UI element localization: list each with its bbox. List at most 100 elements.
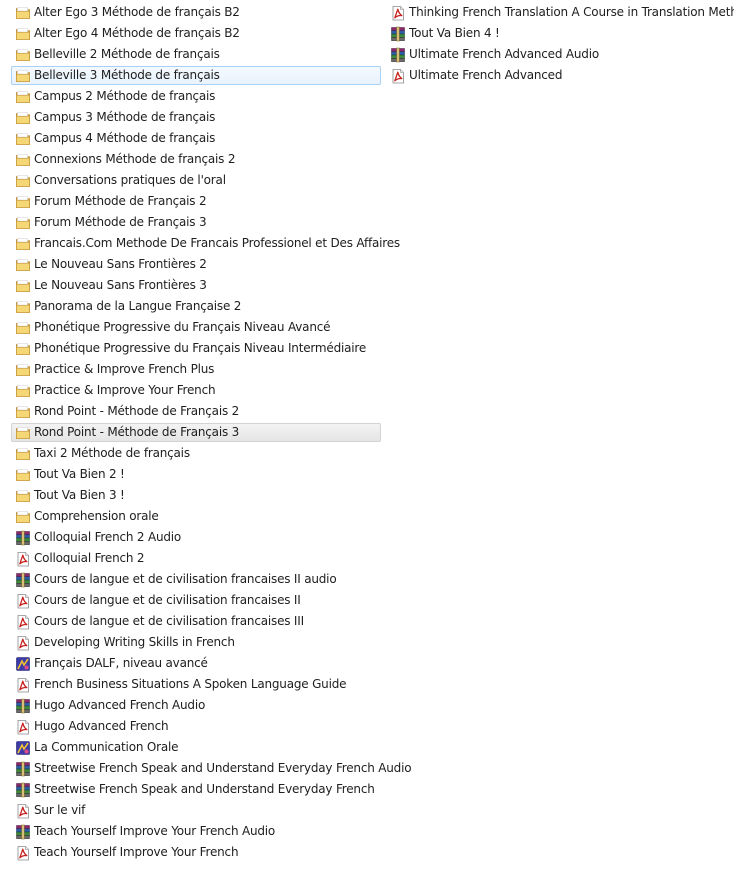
pdf-icon (15, 593, 31, 609)
rar-archive-icon (15, 782, 31, 798)
file-list-item-label: Cours de langue et de civilisation franc… (34, 614, 304, 628)
file-list-item[interactable]: Rond Point - Méthode de Français 2 (11, 402, 381, 421)
file-list-item[interactable]: Comprehension orale (11, 507, 381, 526)
folder-icon (15, 215, 31, 231)
file-list-item[interactable]: Alter Ego 4 Méthode de français B2 (11, 24, 381, 43)
file-list-item[interactable]: Colloquial French 2 Audio (11, 528, 381, 547)
rar-archive-icon (15, 824, 31, 840)
file-list-left-column: Alter Ego 3 Méthode de français B2 Alter … (11, 3, 412, 864)
file-list-item[interactable]: Streetwise French Speak and Understand E… (11, 780, 381, 799)
pdf-icon (15, 551, 31, 567)
file-list-item-label: Phonétique Progressive du Français Nivea… (34, 341, 367, 355)
file-list-item[interactable]: Français DALF, niveau avancé (11, 654, 381, 673)
file-list-item-label: Campus 2 Méthode de français (34, 89, 216, 103)
file-list-item-label: Belleville 3 Méthode de français (34, 68, 220, 82)
file-list-item[interactable]: Teach Yourself Improve Your French (11, 843, 381, 862)
file-list-item[interactable]: Practice & Improve French Plus (11, 360, 381, 379)
file-list-item[interactable]: Streetwise French Speak and Understand E… (11, 759, 412, 778)
file-list-item-label: Alter Ego 4 Méthode de français B2 (34, 26, 240, 40)
folder-icon (15, 236, 31, 252)
folder-icon (15, 320, 31, 336)
file-list-item[interactable]: Forum Méthode de Français 3 (11, 213, 381, 232)
file-list-item[interactable]: Panorama de la Langue Française 2 (11, 297, 381, 316)
pdf-icon (15, 845, 31, 861)
file-list-item[interactable]: Teach Yourself Improve Your French Audio (11, 822, 381, 841)
folder-icon (15, 152, 31, 168)
folder-icon (15, 110, 31, 126)
folder-icon (15, 299, 31, 315)
file-list-item-label: French Business Situations A Spoken Lang… (34, 677, 347, 691)
file-list-item-label: Teach Yourself Improve Your French (34, 845, 239, 859)
pdf-icon (15, 719, 31, 735)
file-list-item-label: Colloquial French 2 (34, 551, 145, 565)
file-list-item[interactable]: Ultimate French Advanced (386, 66, 734, 85)
pdf-icon (390, 5, 406, 21)
file-list-item-label: Belleville 2 Méthode de français (34, 47, 220, 61)
rar-archive-icon (390, 47, 406, 63)
file-list-item-label: Tout Va Bien 3 ! (34, 488, 125, 502)
file-list-item[interactable]: Phonétique Progressive du Français Nivea… (11, 318, 381, 337)
file-list-item[interactable]: Conversations pratiques de l'oral (11, 171, 381, 190)
file-list-item[interactable]: Developing Writing Skills in French (11, 633, 381, 652)
file-list-item[interactable]: Connexions Méthode de français 2 (11, 150, 381, 169)
file-list-item[interactable]: Practice & Improve Your French (11, 381, 381, 400)
folder-icon (15, 257, 31, 273)
file-list-item[interactable]: Tout Va Bien 4 ! (386, 24, 734, 43)
file-list-item[interactable]: Campus 4 Méthode de français (11, 129, 381, 148)
file-list-item[interactable]: Thinking French Translation A Course in … (386, 3, 734, 22)
file-list-item[interactable]: Tout Va Bien 3 ! (11, 486, 381, 505)
djvu-icon (15, 740, 31, 756)
folder-icon (15, 383, 31, 399)
file-list-item[interactable]: Belleville 2 Méthode de français (11, 45, 381, 64)
folder-icon (15, 278, 31, 294)
file-list-item[interactable]: Sur le vif (11, 801, 381, 820)
folder-icon (15, 5, 31, 21)
file-list-item-label: Hugo Advanced French Audio (34, 698, 206, 712)
file-list-item[interactable]: Taxi 2 Méthode de français (11, 444, 381, 463)
file-list-item[interactable]: Cours de langue et de civilisation franc… (11, 612, 381, 631)
folder-icon (15, 173, 31, 189)
file-list-item[interactable]: Hugo Advanced French Audio (11, 696, 381, 715)
pdf-icon (15, 803, 31, 819)
file-list-item[interactable]: Alter Ego 3 Méthode de français B2 (11, 3, 381, 22)
folder-icon (15, 404, 31, 420)
file-list-item-label: Sur le vif (34, 803, 86, 817)
file-list-item[interactable]: Ultimate French Advanced Audio (386, 45, 734, 64)
folder-icon (15, 425, 31, 441)
folder-icon (15, 68, 31, 84)
file-list-item[interactable]: La Communication Orale (11, 738, 381, 757)
file-list-item[interactable]: Francais.Com Methode De Francais Profess… (11, 234, 400, 253)
file-list-item-label: Streetwise French Speak and Understand E… (34, 761, 412, 775)
file-list-item[interactable]: Belleville 3 Méthode de français (11, 66, 381, 85)
folder-icon (15, 509, 31, 525)
folder-icon (15, 341, 31, 357)
file-list-item-label: Alter Ego 3 Méthode de français B2 (34, 5, 240, 19)
folder-icon (15, 446, 31, 462)
file-list-item-label: Le Nouveau Sans Frontières 3 (34, 278, 207, 292)
file-list-item-label: Tout Va Bien 2 ! (34, 467, 125, 481)
file-list-item[interactable]: Cours de langue et de civilisation franc… (11, 570, 381, 589)
file-list-item-label: Phonétique Progressive du Français Nivea… (34, 320, 331, 334)
file-list-item-label: Rond Point - Méthode de Français 2 (34, 404, 240, 418)
file-list-item-label: Practice & Improve Your French (34, 383, 216, 397)
file-list-item[interactable]: Campus 2 Méthode de français (11, 87, 381, 106)
file-list-item[interactable]: Campus 3 Méthode de français (11, 108, 381, 127)
file-list-item-label: Cours de langue et de civilisation franc… (34, 593, 301, 607)
rar-archive-icon (15, 698, 31, 714)
file-list-item[interactable]: Hugo Advanced French (11, 717, 381, 736)
file-list-item[interactable]: Le Nouveau Sans Frontières 3 (11, 276, 381, 295)
pdf-icon (15, 635, 31, 651)
file-list-item-label: Comprehension orale (34, 509, 159, 523)
file-list-item[interactable]: Forum Méthode de Français 2 (11, 192, 381, 211)
file-list-item-label: Francais.Com Methode De Francais Profess… (34, 236, 400, 250)
file-list-item[interactable]: French Business Situations A Spoken Lang… (11, 675, 381, 694)
file-list-right-column: Thinking French Translation A Course in … (386, 3, 734, 87)
file-list-item[interactable]: Le Nouveau Sans Frontières 2 (11, 255, 381, 274)
pdf-icon (15, 614, 31, 630)
file-list-item[interactable]: Rond Point - Méthode de Français 3 (11, 423, 381, 442)
file-list-item[interactable]: Tout Va Bien 2 ! (11, 465, 381, 484)
file-list-item[interactable]: Cours de langue et de civilisation franc… (11, 591, 381, 610)
folder-icon (15, 47, 31, 63)
file-list-item[interactable]: Colloquial French 2 (11, 549, 381, 568)
file-list-item[interactable]: Phonétique Progressive du Français Nivea… (11, 339, 381, 358)
